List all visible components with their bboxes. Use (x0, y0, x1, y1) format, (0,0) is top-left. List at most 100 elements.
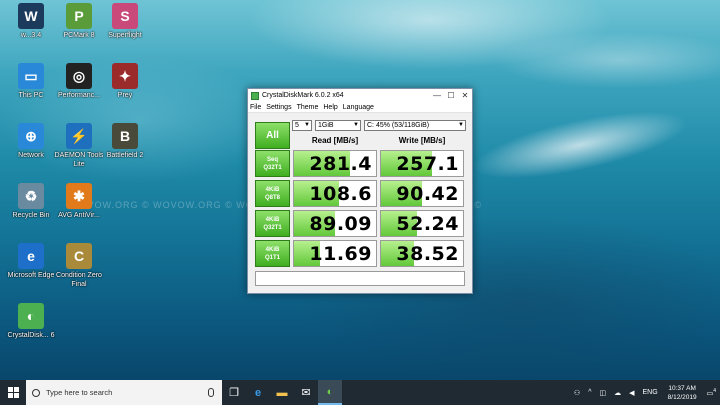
write-result-cell: 52.24 (380, 210, 464, 237)
test-label-line1: 4KiB (265, 246, 280, 253)
read-result-cell: 89.09 (293, 210, 377, 237)
test-button-seq-q32t1[interactable]: Seq Q32T1 (255, 150, 290, 177)
crystaldiskmark-window: CrystalDiskMark 6.0.2 x64 — ☐ ✕ File Set… (247, 88, 473, 294)
menu-file[interactable]: File (250, 104, 261, 111)
notification-count: 4 (713, 387, 716, 394)
write-result-value: 257.1 (396, 153, 459, 175)
menu-help[interactable]: Help (323, 104, 337, 111)
window-title: CrystalDiskMark 6.0.2 x64 (262, 92, 344, 99)
network-icon[interactable]: ◫ (599, 389, 606, 397)
desktop-icon-label: Superflight (108, 32, 142, 39)
avg-antivirus-icon: ✱ (66, 183, 92, 209)
wallpaper-app-icon: W (18, 3, 44, 29)
clock[interactable]: 10:37 AM 8/12/2019 (668, 384, 697, 402)
drive-value: C: 45% (53/118GiB) (367, 122, 430, 129)
read-result-cell: 281.4 (293, 150, 377, 177)
maximize-button[interactable]: ☐ (444, 91, 458, 100)
prey-icon: ✦ (112, 63, 138, 89)
menu-settings[interactable]: Settings (266, 104, 291, 111)
clock-date: 8/12/2019 (667, 393, 697, 401)
menu-bar: File Settings Theme Help Language (248, 102, 472, 113)
mail-icon[interactable]: ✉ (294, 380, 318, 405)
taskbar: Type here to search ❐ e ▬ ✉ ◐ ⚇ ^ ◫ ☁ ◀ … (0, 380, 720, 405)
volume-icon[interactable]: ◀ (629, 389, 634, 397)
app-icon (251, 91, 259, 100)
write-result-value: 38.52 (396, 243, 459, 265)
drive-select[interactable]: C: 45% (53/118GiB) ▼ (364, 120, 466, 131)
chevron-down-icon: ▼ (458, 122, 464, 128)
recycle-bin-icon: ♻ (18, 183, 44, 209)
read-result-value: 89.09 (309, 213, 372, 235)
desktop-icon-superflight[interactable]: S Superflight (96, 3, 154, 40)
windows-logo-icon (7, 387, 19, 398)
microsoft-edge-icon: e (18, 243, 44, 269)
pcmark-8-icon: P (66, 3, 92, 29)
this-pc-icon: ▭ (18, 63, 44, 89)
title-bar[interactable]: CrystalDiskMark 6.0.2 x64 — ☐ ✕ (248, 89, 472, 102)
test-label-line1: 4KiB (265, 216, 280, 223)
read-result-value: 11.69 (309, 243, 372, 265)
read-result-cell: 108.6 (293, 180, 377, 207)
desktop-icon-crystaldiskmark-shortcut[interactable]: ◐ CrystalDisk... 6 (2, 303, 60, 340)
close-button[interactable]: ✕ (458, 91, 472, 100)
chevron-down-icon: ▼ (353, 122, 359, 128)
people-icon[interactable]: ⚇ (574, 389, 580, 397)
battlefield-2-icon: B (112, 123, 138, 149)
test-button-4kib-q8t8[interactable]: 4KiB Q8T8 (255, 180, 290, 207)
start-button[interactable] (0, 380, 26, 405)
write-result-cell: 257.1 (380, 150, 464, 177)
desktop-icon-battlefield-2[interactable]: B Battlefield 2 (96, 123, 154, 160)
comment-input[interactable] (255, 271, 465, 286)
language-indicator[interactable]: ENG (643, 389, 658, 396)
clock-time: 10:37 AM (668, 384, 696, 392)
test-label-line2: Q32T1 (263, 164, 282, 171)
cloud-icon[interactable]: ☁ (614, 389, 621, 397)
search-placeholder: Type here to search (46, 388, 113, 397)
desktop-icon-label: Battlefield 2 (106, 152, 144, 159)
menu-theme[interactable]: Theme (297, 104, 319, 111)
read-result-value: 281.4 (309, 153, 372, 175)
chevron-up-icon[interactable]: ^ (588, 389, 591, 396)
count-value: 5 (295, 122, 299, 129)
notification-icon[interactable]: ▭4 (707, 388, 716, 397)
desktop-icon-label: Condition Zero Final (56, 272, 102, 288)
size-select[interactable]: 1GiB ▼ (315, 120, 361, 131)
write-result-cell: 38.52 (380, 240, 464, 267)
edge-icon[interactable]: e (246, 380, 270, 405)
write-result-value: 90.42 (396, 183, 459, 205)
desktop-icon-avg-antivirus[interactable]: ✱ AVG AntiVir... (50, 183, 108, 220)
test-label-line2: Q1T1 (264, 254, 280, 261)
count-select[interactable]: 5 ▼ (292, 120, 312, 131)
desktop-icon-prey[interactable]: ✦ Prey (96, 63, 154, 100)
crystaldiskmark-shortcut-icon: ◐ (18, 303, 44, 329)
network-icon: ⊕ (18, 123, 44, 149)
menu-language[interactable]: Language (343, 104, 374, 111)
write-result-value: 52.24 (396, 213, 459, 235)
write-result-cell: 90.42 (380, 180, 464, 207)
all-button[interactable]: All (255, 122, 290, 149)
desktop-icon-label: Prey (117, 92, 133, 99)
file-explorer-icon[interactable]: ▬ (270, 380, 294, 405)
write-header: Write [MB/s] (398, 136, 446, 145)
condition-zero-final-icon: C (66, 243, 92, 269)
crystaldiskmark-taskbar-icon[interactable]: ◐ (318, 380, 342, 405)
test-label-line1: Seq (266, 156, 278, 163)
performance-test-icon: ◎ (66, 63, 92, 89)
read-header: Read [MB/s] (311, 136, 359, 145)
test-label-line2: Q8T8 (264, 194, 280, 201)
test-label-line2: Q32T1 (263, 224, 282, 231)
minimize-button[interactable]: — (430, 91, 444, 100)
daemon-tools-lite-icon: ⚡ (66, 123, 92, 149)
task-view-icon[interactable]: ❐ (222, 380, 246, 405)
system-tray: ⚇ ^ ◫ ☁ ◀ ENG 10:37 AM 8/12/2019 ▭4 (570, 380, 720, 405)
desktop-icon-condition-zero-final[interactable]: C Condition Zero Final (50, 243, 108, 289)
test-button-4kib-q32t1[interactable]: 4KiB Q32T1 (255, 210, 290, 237)
superflight-icon: S (112, 3, 138, 29)
test-button-4kib-q1t1[interactable]: 4KiB Q1T1 (255, 240, 290, 267)
test-label-line1: 4KiB (265, 186, 280, 193)
search-box[interactable]: Type here to search (26, 380, 222, 405)
desktop-icon-label: AVG AntiVir... (58, 212, 100, 219)
microphone-icon[interactable] (208, 388, 214, 397)
chevron-down-icon: ▼ (304, 122, 310, 128)
size-value: 1GiB (318, 122, 334, 129)
